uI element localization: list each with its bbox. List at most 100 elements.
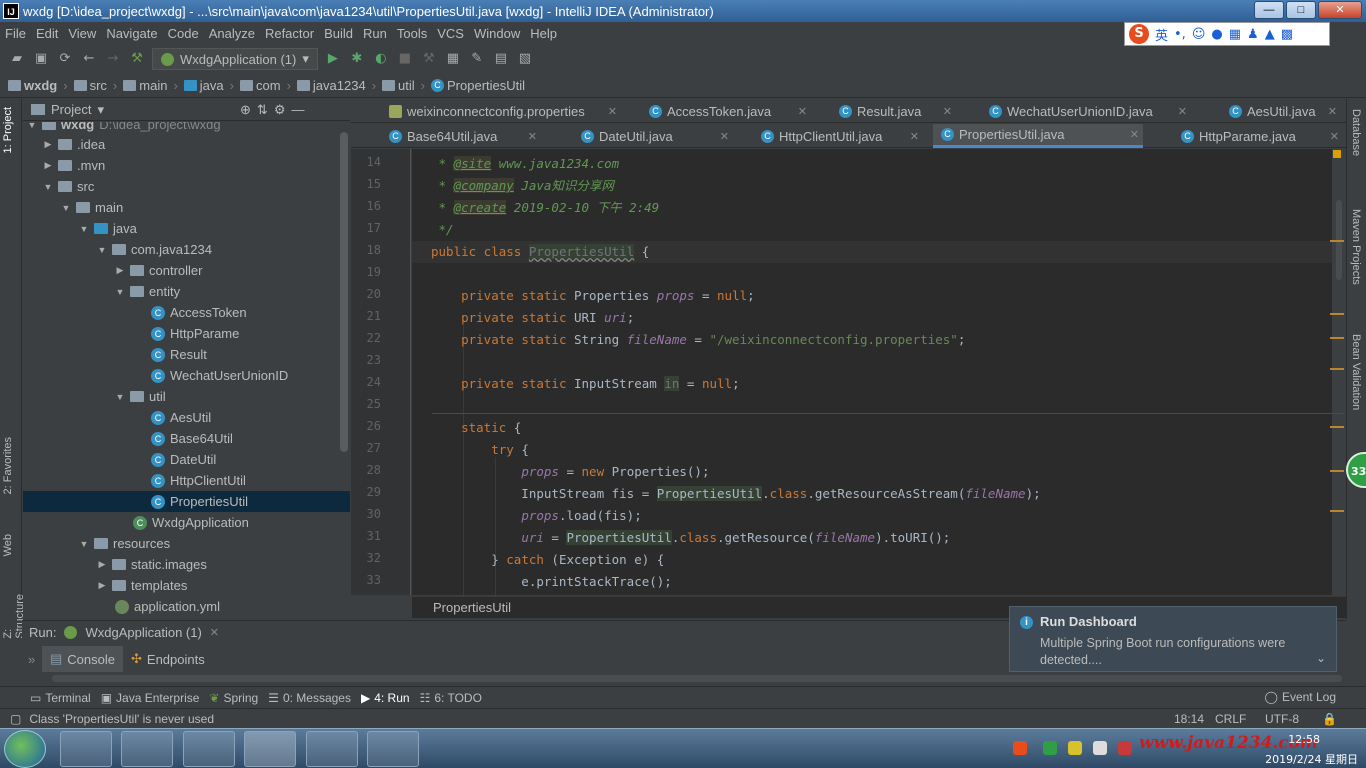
tree-node-templates[interactable]: ▶ templates <box>97 575 188 596</box>
warning-marker[interactable] <box>1330 368 1344 370</box>
tree-node-httpparame[interactable]: C HttpParame <box>151 323 239 344</box>
status-panel-icon[interactable]: ▢ <box>10 712 21 726</box>
tree-node-base64util[interactable]: C Base64Util <box>151 428 233 449</box>
taskbar-app-explorer[interactable] <box>367 731 419 767</box>
tree-node-propertiesutil[interactable]: C PropertiesUtil <box>23 491 350 512</box>
ime-mode[interactable]: 英 <box>1155 25 1168 44</box>
tree-node-controller[interactable]: ▶ controller <box>115 260 203 281</box>
close-icon[interactable]: ✕ <box>210 626 219 639</box>
file-encoding[interactable]: UTF-8 <box>1265 712 1299 726</box>
sdk-icon[interactable]: ▤ <box>492 50 510 68</box>
collapse-icon[interactable]: ⇅ <box>257 102 268 118</box>
punctuation-icon[interactable]: •, <box>1174 27 1186 42</box>
tree-node-wechatuserunionid[interactable]: C WechatUserUnionID <box>151 365 288 386</box>
tree-node-main[interactable]: ▼ main <box>61 197 124 218</box>
close-icon[interactable]: ✕ <box>608 105 617 118</box>
run-panel-scrollbar[interactable] <box>52 675 1342 682</box>
stop-icon[interactable]: ■ <box>396 50 414 68</box>
tool-tab-messages[interactable]: ☰ 0: Messages <box>268 691 351 705</box>
run-icon[interactable]: ▶ <box>324 50 342 68</box>
tab-base64util[interactable]: C Base64Util.java ✕ <box>381 124 541 148</box>
tab-weixinconnectconfig[interactable]: weixinconnectconfig.properties ✕ <box>381 99 621 123</box>
tree-node-mvn[interactable]: ▶ .mvn <box>43 155 106 176</box>
tab-console[interactable]: ▤ Console <box>42 646 123 672</box>
tree-node-application-yml[interactable]: application.yml <box>115 596 220 617</box>
tree-node-util[interactable]: ▼ util <box>115 386 166 407</box>
build-run-icon[interactable]: ⚒ <box>420 50 438 68</box>
database-tool-tab[interactable]: Database <box>1350 109 1362 156</box>
microphone-icon[interactable]: ● <box>1211 27 1222 42</box>
open-folder-icon[interactable]: ▰ <box>8 50 26 68</box>
menu-run[interactable]: Run <box>358 26 392 41</box>
maven-tool-tab[interactable]: Maven Projects <box>1350 209 1362 285</box>
tool-tab-todo[interactable]: ☷ 6: TODO <box>420 691 482 705</box>
favorites-tool-tab[interactable]: 2: Favorites <box>2 437 14 494</box>
menu-vcs[interactable]: VCS <box>432 26 469 41</box>
network-tray-icon[interactable] <box>1093 741 1107 755</box>
taskbar-app-notepad[interactable] <box>306 731 358 767</box>
taskbar-app-wps[interactable] <box>121 731 173 767</box>
tree-node-static-images[interactable]: ▶ static.images <box>97 554 207 575</box>
debug-icon[interactable]: ✱ <box>348 50 366 68</box>
tree-node-java[interactable]: ▼ java <box>79 218 137 239</box>
menu-analyze[interactable]: Analyze <box>204 26 260 41</box>
warning-marker[interactable] <box>1330 510 1344 512</box>
close-icon[interactable]: ✕ <box>1178 105 1187 118</box>
tab-endpoints[interactable]: ✣ Endpoints <box>123 646 213 672</box>
settings-wrench-icon[interactable]: ✎ <box>468 50 486 68</box>
close-icon[interactable]: ✕ <box>720 130 729 143</box>
tree-node-com-java1234[interactable]: ▼ com.java1234 <box>97 239 212 260</box>
tool-tab-spring[interactable]: ❦ Spring <box>209 691 258 705</box>
taskbar-app-chrome[interactable] <box>183 731 235 767</box>
warning-marker[interactable] <box>1330 426 1344 428</box>
skin-icon[interactable]: ▲ <box>1265 27 1275 42</box>
tree-node-result[interactable]: C Result <box>151 344 207 365</box>
tree-node-wxdgapplication[interactable]: C WxdgApplication <box>133 512 249 533</box>
close-icon[interactable]: ✕ <box>1328 105 1337 118</box>
chevron-down-icon[interactable]: ⌄ <box>1316 651 1326 665</box>
shield-tray-icon[interactable] <box>1043 741 1057 755</box>
tab-wechatuserunionid[interactable]: C WechatUserUnionID.java ✕ <box>981 99 1191 123</box>
menu-help[interactable]: Help <box>525 26 562 41</box>
clock-date[interactable]: 2019/2/24 星期日 <box>1265 751 1358 767</box>
ime-toolbar[interactable]: S 英 •, ☺ ● ▦ ♟ ▲ ▩ <box>1124 22 1330 46</box>
start-button[interactable] <box>4 730 46 768</box>
build-hammer-icon[interactable]: ⚒ <box>128 50 146 68</box>
run-config-tab[interactable]: WxdgApplication (1) <box>85 625 201 640</box>
forward-arrow-icon[interactable]: → <box>104 50 122 68</box>
tab-dateutil[interactable]: C DateUtil.java ✕ <box>573 124 733 148</box>
close-icon[interactable]: ✕ <box>1330 130 1339 143</box>
breadcrumb-java1234[interactable]: java1234 <box>296 78 366 93</box>
taskbar-app-1[interactable] <box>60 731 112 767</box>
save-icon[interactable]: ▣ <box>32 50 50 68</box>
breadcrumb-propertiesutil[interactable]: C PropertiesUtil <box>431 78 525 93</box>
sync-icon[interactable]: ⟳ <box>56 50 74 68</box>
breadcrumb-java[interactable]: java <box>183 78 224 93</box>
tree-node-httpclientutil[interactable]: C HttpClientUtil <box>151 470 246 491</box>
taskbar-app-intellij[interactable] <box>244 731 296 767</box>
breadcrumb-src[interactable]: src <box>73 78 107 93</box>
menu-file[interactable]: File <box>0 26 31 41</box>
tool-tab-event-log[interactable]: ◯ Event Log <box>1265 690 1336 704</box>
tab-aesutil[interactable]: C AesUtil.java ✕ <box>1221 99 1341 123</box>
tree-node-resources[interactable]: ▼ resources <box>79 533 171 554</box>
tab-propertiesutil[interactable]: C PropertiesUtil.java ✕ <box>933 124 1143 148</box>
emoji-icon[interactable]: ☺ <box>1192 27 1206 42</box>
tab-result[interactable]: C Result.java ✕ <box>831 99 956 123</box>
line-separator[interactable]: CRLF <box>1215 712 1246 726</box>
app-tray-icon[interactable] <box>1118 741 1132 755</box>
close-button[interactable]: ✕ <box>1318 1 1362 19</box>
tool-tab-terminal[interactable]: ▭ Terminal <box>30 691 91 705</box>
project-structure-icon[interactable]: ▦ <box>444 50 462 68</box>
clock-time[interactable]: 12:58 <box>1288 733 1320 746</box>
web-tool-tab[interactable]: Web <box>2 534 14 556</box>
expand-icon[interactable]: » <box>22 652 42 667</box>
close-icon[interactable]: ✕ <box>1130 128 1139 141</box>
breadcrumb-com[interactable]: com <box>240 78 281 93</box>
tree-node-dateutil[interactable]: C DateUtil <box>151 449 216 470</box>
menu-view[interactable]: View <box>63 26 101 41</box>
close-icon[interactable]: ✕ <box>798 105 807 118</box>
menu-build[interactable]: Build <box>319 26 358 41</box>
menu-navigate[interactable]: Navigate <box>101 26 162 41</box>
tool-tab-java-enterprise[interactable]: ▣ Java Enterprise <box>101 691 200 705</box>
